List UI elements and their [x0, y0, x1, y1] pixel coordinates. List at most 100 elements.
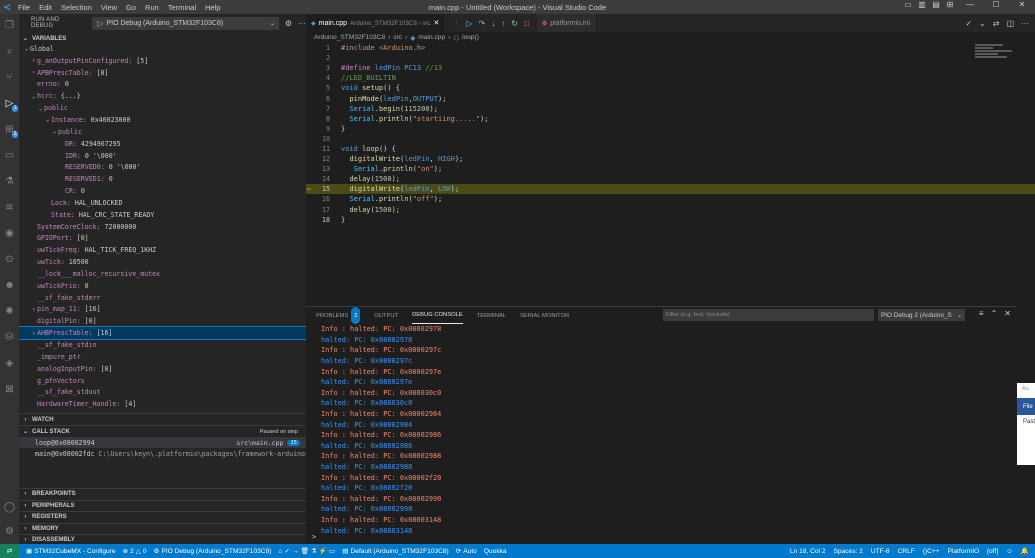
docker-icon[interactable]: ≋ — [2, 200, 17, 215]
flask-icon[interactable]: ⚗ — [311, 547, 317, 555]
check-icon[interactable]: ✓ — [965, 19, 972, 28]
close-icon[interactable]: ✕ — [1009, 0, 1035, 9]
tab-output[interactable]: OUTPUT — [374, 307, 398, 324]
platformio-status[interactable]: PlatformIO — [948, 548, 980, 555]
menu-item-view[interactable]: View — [101, 3, 117, 12]
terminal-icon[interactable]: ▭ — [329, 547, 335, 555]
variable-row[interactable]: › g_anOutputPinConfigured: [5] — [19, 55, 306, 67]
variable-row[interactable]: ⌄ public — [19, 126, 306, 138]
drag-handle-icon[interactable]: ⋮ — [452, 19, 460, 28]
variable-row[interactable]: ⌄ Instance: 0x40023000 — [19, 114, 306, 126]
source-control-icon[interactable]: ⑂ — [2, 70, 17, 85]
section-header-registers[interactable]: › REGISTERS — [19, 511, 306, 523]
stop-icon[interactable]: □ — [524, 19, 529, 28]
menu-item-run[interactable]: Run — [145, 3, 159, 12]
menu-item-help[interactable]: Help — [205, 3, 220, 12]
console-prompt[interactable]: > — [312, 533, 316, 541]
variable-row[interactable]: __lock___malloc_recursive_mutex — [19, 268, 306, 280]
console-filter-input[interactable]: Filter (e.g. text, !exclude) — [663, 309, 874, 321]
gear-icon[interactable]: ⚙ — [285, 19, 292, 28]
chevron-right-icon[interactable]: › — [30, 57, 37, 64]
variable-row[interactable]: __sf_fake_stderr — [19, 292, 306, 304]
feedback-icon[interactable]: ☺ — [1006, 548, 1013, 555]
remote-explorer-icon[interactable]: ▭ — [2, 148, 17, 163]
off-status[interactable]: [off] — [987, 548, 998, 555]
chevron-down-icon[interactable]: ⌄ — [23, 45, 30, 52]
tab-main-cpp[interactable]: ◆ main.cpp Arduino_STM32F103C8 › src ✕ — [306, 14, 445, 32]
chevron-down-icon[interactable]: ⌄ — [51, 128, 58, 135]
quokka-status[interactable]: Quokka — [484, 548, 507, 555]
variable-row[interactable]: › pin_map_11: [16] — [19, 304, 306, 316]
callstack-frame[interactable]: loop@0x08002994 src\main.cpp 15 — [19, 437, 306, 448]
upload-arrow-icon[interactable]: → — [292, 548, 299, 555]
explorer-icon[interactable]: ❐ — [2, 18, 17, 33]
variable-row[interactable]: digitalPin: [0] — [19, 315, 306, 327]
layout-icon[interactable]: ⊞ — [943, 0, 957, 9]
continue-icon[interactable]: ▷ — [466, 19, 472, 28]
minimize-icon[interactable]: — — [957, 0, 983, 9]
stm32-icon[interactable]: ✺ — [2, 304, 17, 319]
split-editor-icon[interactable]: ◫ — [1006, 19, 1014, 28]
code-view[interactable]: 1 #include <Arduino.h> 2 3 #define ledPin … — [306, 43, 1035, 225]
layers-icon[interactable]: ◈ — [2, 356, 17, 371]
tab-problems[interactable]: PROBLEMS 2 — [316, 307, 361, 324]
breadcrumb-item[interactable]: loop() — [462, 34, 479, 41]
variable-row[interactable]: _impure_ptr — [19, 351, 306, 363]
section-header-memory[interactable]: › MEMORY — [19, 522, 306, 535]
variable-row[interactable]: __sf_fake_stdin — [19, 339, 306, 351]
line-ending[interactable]: CRLF — [898, 548, 915, 555]
debug-session-select[interactable]: PIO Debug 2 (Arduino_S ⌄ — [878, 309, 965, 321]
bell-icon[interactable]: 🔔 — [1021, 547, 1029, 555]
variable-row[interactable]: g_pfnVectors — [19, 375, 306, 387]
variable-row[interactable]: analogInputPin: [0] — [19, 363, 306, 375]
chevron-right-icon[interactable]: › — [30, 330, 37, 337]
language-mode[interactable]: {}C++ — [923, 548, 940, 555]
maximize-panel-icon[interactable]: ⌃ — [991, 309, 998, 318]
breadcrumb-item[interactable]: src — [393, 34, 402, 41]
cursor-position[interactable]: Ln 18, Col 2 — [790, 548, 826, 555]
variable-row[interactable]: uwTick: 10500 — [19, 256, 306, 268]
variable-row[interactable]: State: HAL_CRC_STATE_READY — [19, 209, 306, 221]
github-icon[interactable]: ◉ — [2, 226, 17, 241]
variable-row[interactable]: uwTickFreq: HAL_TICK_FREQ_1KHZ — [19, 244, 306, 256]
tab-terminal[interactable]: TERMINAL — [477, 307, 506, 324]
maximize-icon[interactable]: ☐ — [983, 0, 1009, 9]
variable-row[interactable]: › APBPrescTable: [8] — [19, 67, 306, 79]
layout-icon[interactable]: ▤ — [929, 0, 943, 9]
menu-item-terminal[interactable]: Terminal — [168, 3, 196, 12]
variable-row[interactable]: › AHBPrescTable: [16] — [19, 326, 306, 341]
trash-icon[interactable]: 🗑 — [301, 547, 309, 555]
database-icon[interactable]: ⛁ — [2, 330, 17, 345]
auto-status[interactable]: ⟳ Auto — [456, 547, 477, 556]
stm32-configure[interactable]: ▣ STM32CubeMX - Configure — [26, 547, 116, 556]
menu-item-edit[interactable]: Edit — [39, 3, 52, 12]
callstack-frame[interactable]: main@0x08002fdc C:\Users\keyn\.platformi… — [19, 448, 306, 459]
search-icon[interactable]: ⌕ — [2, 44, 17, 59]
debug-status[interactable]: ⚙ PIO Debug (Arduino_STM32F103C8) — [154, 547, 272, 556]
extensions-icon[interactable]: ⊞ 2 — [2, 122, 18, 138]
section-header-breakpoints[interactable]: › BREAKPOINTS — [19, 488, 306, 500]
home-icon[interactable]: ⌂ — [278, 548, 282, 555]
variable-row[interactable]: ⌄ public — [19, 102, 306, 114]
variable-row[interactable]: RESERVED0: 0 '\000' — [19, 161, 306, 173]
more-icon[interactable]: ··· — [298, 19, 306, 28]
tab-platformio-ini[interactable]: ⚙ platformio.ini — [536, 14, 595, 32]
variable-row[interactable]: Lock: HAL_UNLOCKED — [19, 197, 306, 209]
variable-row[interactable]: errno: 0 — [19, 79, 306, 91]
close-tab-icon[interactable]: ✕ — [434, 19, 440, 27]
tab-serial-monitor[interactable]: SERIAL MONITOR — [520, 307, 569, 324]
layout-icon[interactable]: ▭ — [901, 0, 915, 9]
platformio-icon[interactable]: ☻ — [2, 278, 17, 293]
chevron-right-icon[interactable]: › — [30, 306, 37, 313]
env-selector[interactable]: ▤ Default (Arduino_STM32F103C8) — [342, 547, 448, 556]
layout-icon[interactable]: ▥ — [915, 0, 929, 9]
step-out-icon[interactable]: ↑ — [501, 19, 505, 28]
testing-icon[interactable]: ⚗ — [2, 174, 17, 189]
menu-item-file[interactable]: File — [18, 3, 30, 12]
callstack-section-header[interactable]: ⌄ CALL STACK Paused on step — [19, 426, 306, 437]
minimap[interactable] — [975, 43, 1021, 73]
menu-item-go[interactable]: Go — [126, 3, 136, 12]
indentation[interactable]: Spaces: 2 — [834, 548, 863, 555]
section-header-peripherals[interactable]: › PERIPHERALS — [19, 499, 306, 512]
chevron-right-icon[interactable]: › — [30, 69, 37, 76]
